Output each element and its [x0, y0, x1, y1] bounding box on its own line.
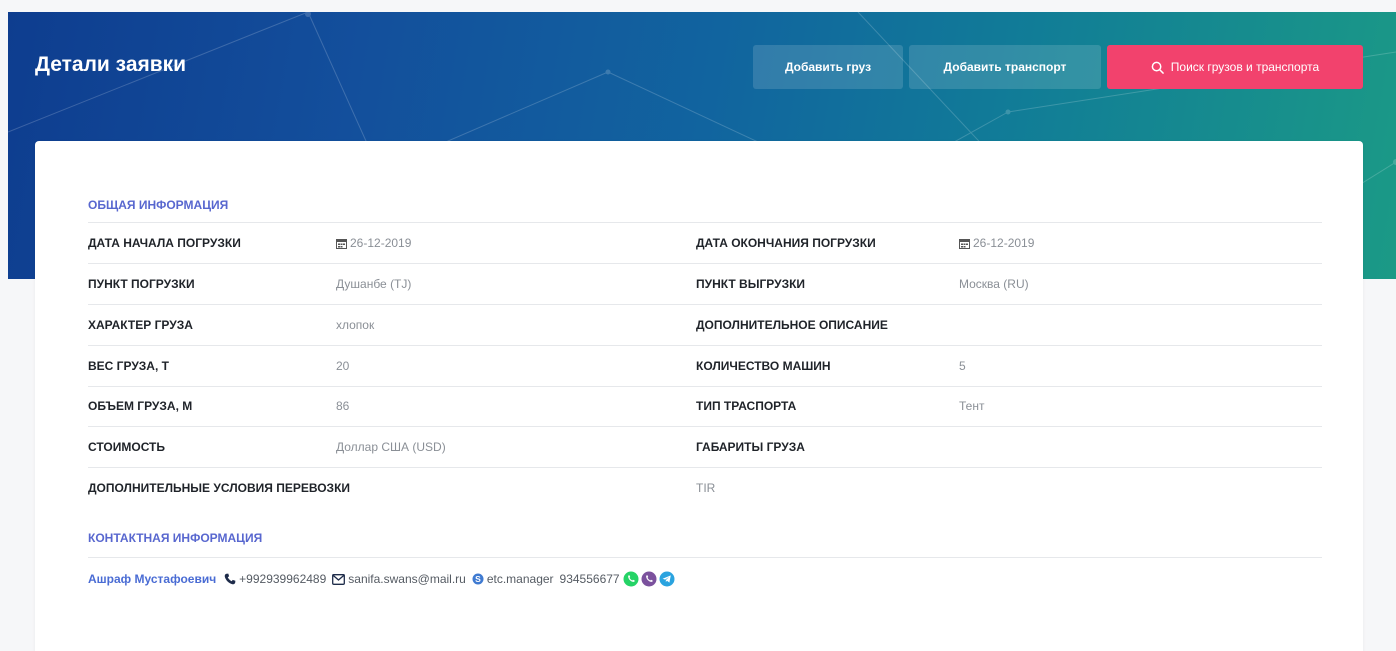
transport-type-label: ТИП ТРАСПОРТА [696, 399, 797, 413]
messenger-number[interactable]: 934556677 [560, 572, 620, 586]
contact-name-link[interactable]: Ашраф Мустафоевич [88, 572, 216, 586]
phone-item[interactable]: +992939962489 [224, 572, 326, 586]
email-item[interactable]: sanifa.swans@mail.ru [332, 572, 466, 586]
skype-icon: S [472, 573, 484, 585]
unload-point-value: Москва (RU) [959, 277, 1029, 291]
trucks-count-value: 5 [959, 359, 966, 373]
phone-icon [224, 573, 236, 585]
skype-login: etc.manager [486, 572, 554, 586]
load-start-date: 26-12-2019 [350, 236, 412, 250]
weight-label: ВЕС ГРУЗА, Т [88, 359, 169, 373]
load-end-value: 26-12-2019 [959, 236, 1034, 250]
load-start-label: ДАТА НАЧАЛА ПОГРУЗКИ [88, 236, 241, 250]
contact-row: Ашраф Мустафоевич +992939962489 sanifa.s… [88, 571, 677, 587]
load-point-label: ПУНКТ ПОГРУЗКИ [88, 277, 195, 291]
search-icon [1151, 61, 1164, 74]
telegram-icon[interactable] [659, 571, 675, 587]
add-cargo-button[interactable]: Добавить груз [753, 45, 903, 89]
volume-value: 86 [336, 399, 350, 413]
extra-description-label: ДОПОЛНИТЕЛЬНОЕ ОПИСАНИЕ [696, 318, 888, 332]
divider [88, 304, 1322, 305]
weight-value: 20 [336, 359, 350, 373]
search-cargo-transport-button[interactable]: Поиск грузов и транспорта [1107, 45, 1363, 89]
load-start-value: 26-12-2019 [336, 236, 411, 250]
page-title: Детали заявки [35, 53, 187, 76]
price-value: Доллар США (USD) [336, 440, 446, 454]
trucks-count-label: КОЛИЧЕСТВО МАШИН [696, 359, 831, 373]
cargo-type-label: ХАРАКТЕР ГРУЗА [88, 318, 193, 332]
divider [88, 386, 1322, 387]
divider [88, 263, 1322, 264]
dimensions-label: ГАБАРИТЫ ГРУЗА [696, 440, 805, 454]
divider [88, 345, 1322, 346]
viber-icon[interactable] [641, 571, 657, 587]
search-button-label: Поиск грузов и транспорта [1170, 60, 1320, 74]
svg-text:S: S [475, 574, 481, 584]
phone-number: +992939962489 [239, 572, 327, 586]
conditions-label: ДОПОЛНИТЕЛЬНЫЕ УСЛОВИЯ ПЕРЕВОЗКИ [88, 481, 351, 495]
general-info-title: ОБЩАЯ ИНФОРМАЦИЯ [88, 198, 229, 212]
volume-label: ОБЪЕМ ГРУЗА, М [88, 399, 193, 413]
divider [88, 426, 1322, 427]
unload-point-label: ПУНКТ ВЫГРУЗКИ [696, 277, 806, 291]
calendar-icon [336, 238, 347, 249]
contact-info-title: КОНТАКТНАЯ ИНФОРМАЦИЯ [88, 531, 263, 545]
transport-type-value: Тент [959, 399, 985, 413]
conditions-value: TIR [696, 481, 716, 495]
cargo-type-value: хлопок [336, 318, 375, 332]
add-transport-button[interactable]: Добавить транспорт [909, 45, 1101, 89]
mail-icon [332, 573, 346, 585]
divider [88, 557, 1322, 558]
divider [88, 222, 1322, 223]
page: Детали заявки Добавить груз Добавить тра… [0, 0, 1396, 651]
divider [88, 467, 1322, 468]
load-end-date: 26-12-2019 [973, 236, 1035, 250]
calendar-icon [959, 238, 970, 249]
load-point-value: Душанбе (TJ) [336, 277, 412, 291]
whatsapp-icon[interactable] [623, 571, 639, 587]
load-end-label: ДАТА ОКОНЧАНИЯ ПОГРУЗКИ [696, 236, 876, 250]
skype-item[interactable]: S etc.manager [472, 572, 554, 586]
request-details-card: ОБЩАЯ ИНФОРМАЦИЯ ДАТА НАЧАЛА ПОГРУЗКИ 26… [35, 141, 1363, 651]
email-address: sanifa.swans@mail.ru [348, 572, 466, 586]
price-label: СТОИМОСТЬ [88, 440, 166, 454]
